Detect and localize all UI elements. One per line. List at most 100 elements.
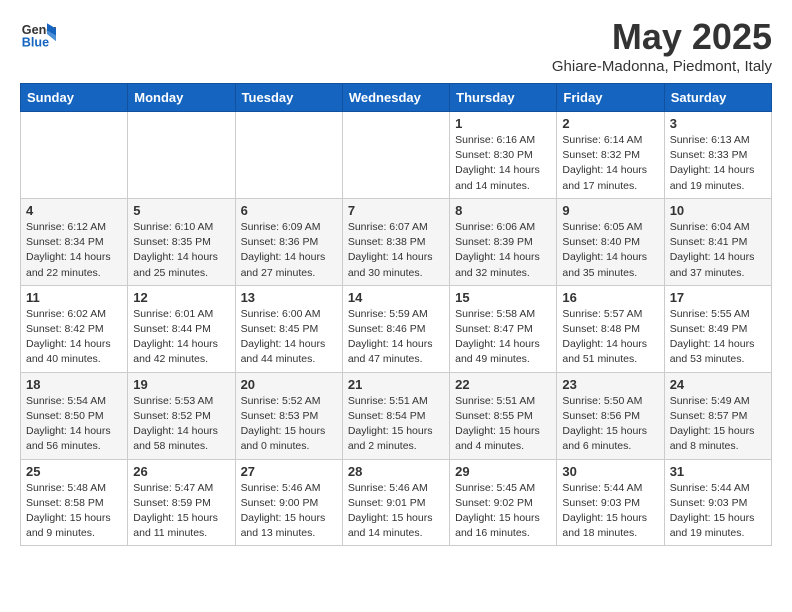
- calendar-table: Sunday Monday Tuesday Wednesday Thursday…: [20, 83, 772, 546]
- header-wednesday: Wednesday: [342, 84, 449, 112]
- calendar-cell: [342, 112, 449, 199]
- calendar-cell: 14 Sunrise: 5:59 AM Sunset: 8:46 PM Dayli…: [342, 285, 449, 372]
- day-number: 20: [241, 377, 337, 392]
- calendar-cell: 6 Sunrise: 6:09 AM Sunset: 8:36 PM Daylig…: [235, 198, 342, 285]
- header: General Blue May 2025 Ghiare-Madonna, Pi…: [20, 16, 772, 75]
- day-number: 3: [670, 116, 766, 131]
- calendar-cell: 16Sunrise: 5:57 AM Sunset: 8:48 PM Dayli…: [557, 285, 664, 372]
- day-number: 29: [455, 464, 551, 479]
- day-number: 26: [133, 464, 229, 479]
- day-number: 13: [241, 290, 337, 305]
- logo-icon: General Blue: [20, 16, 56, 52]
- day-number: 30: [562, 464, 658, 479]
- day-info: Sunrise: 5:49 AM Sunset: 8:57 PM Dayligh…: [670, 394, 766, 455]
- day-number: 4: [26, 203, 122, 218]
- calendar-cell: 24Sunrise: 5:49 AM Sunset: 8:57 PM Dayli…: [664, 372, 771, 459]
- day-info: Sunrise: 5:51 AM Sunset: 8:55 PM Dayligh…: [455, 394, 551, 455]
- calendar-cell: 31 Sunrise: 5:44 AM Sunset: 9:03 PM Dayli…: [664, 459, 771, 546]
- calendar-cell: 21 Sunrise: 5:51 AM Sunset: 8:54 PM Dayli…: [342, 372, 449, 459]
- day-info: Sunrise: 5:52 AM Sunset: 8:53 PM Dayligh…: [241, 394, 337, 455]
- day-info: Sunrise: 6:05 AM Sunset: 8:40 PM Dayligh…: [562, 220, 658, 281]
- day-number: 7: [348, 203, 444, 218]
- calendar-cell: 26 Sunrise: 5:47 AM Sunset: 8:59 PM Dayli…: [128, 459, 235, 546]
- day-info: Sunrise: 6:00 AM Sunset: 8:45 PM Dayligh…: [241, 307, 337, 368]
- day-info: Sunrise: 6:13 AM Sunset: 8:33 PM Dayligh…: [670, 133, 766, 194]
- day-info: Sunrise: 5:51 AM Sunset: 8:54 PM Dayligh…: [348, 394, 444, 455]
- header-thursday: Thursday: [450, 84, 557, 112]
- day-info: Sunrise: 6:02 AM Sunset: 8:42 PM Dayligh…: [26, 307, 122, 368]
- header-monday: Monday: [128, 84, 235, 112]
- day-number: 25: [26, 464, 122, 479]
- day-number: 23: [562, 377, 658, 392]
- day-info: Sunrise: 6:09 AM Sunset: 8:36 PM Dayligh…: [241, 220, 337, 281]
- day-info: Sunrise: 5:46 AM Sunset: 9:00 PM Dayligh…: [241, 481, 337, 542]
- day-info: Sunrise: 5:59 AM Sunset: 8:46 PM Dayligh…: [348, 307, 444, 368]
- calendar-cell: 19 Sunrise: 5:53 AM Sunset: 8:52 PM Dayli…: [128, 372, 235, 459]
- title-block: May 2025 Ghiare-Madonna, Piedmont, Italy: [552, 16, 772, 75]
- day-number: 8: [455, 203, 551, 218]
- day-number: 18: [26, 377, 122, 392]
- week-row-1: 1Sunrise: 6:16 AM Sunset: 8:30 PM Daylig…: [21, 112, 772, 199]
- calendar-cell: 28 Sunrise: 5:46 AM Sunset: 9:01 PM Dayli…: [342, 459, 449, 546]
- day-info: Sunrise: 6:10 AM Sunset: 8:35 PM Dayligh…: [133, 220, 229, 281]
- day-info: Sunrise: 5:44 AM Sunset: 9:03 PM Dayligh…: [562, 481, 658, 542]
- calendar-cell: 11 Sunrise: 6:02 AM Sunset: 8:42 PM Dayli…: [21, 285, 128, 372]
- calendar-cell: 1Sunrise: 6:16 AM Sunset: 8:30 PM Daylig…: [450, 112, 557, 199]
- day-info: Sunrise: 6:01 AM Sunset: 8:44 PM Dayligh…: [133, 307, 229, 368]
- day-info: Sunrise: 5:54 AM Sunset: 8:50 PM Dayligh…: [26, 394, 122, 455]
- day-info: Sunrise: 6:07 AM Sunset: 8:38 PM Dayligh…: [348, 220, 444, 281]
- day-number: 11: [26, 290, 122, 305]
- day-number: 21: [348, 377, 444, 392]
- calendar-cell: 5 Sunrise: 6:10 AM Sunset: 8:35 PM Daylig…: [128, 198, 235, 285]
- calendar-cell: 29 Sunrise: 5:45 AM Sunset: 9:02 PM Dayli…: [450, 459, 557, 546]
- calendar-cell: 20 Sunrise: 5:52 AM Sunset: 8:53 PM Dayli…: [235, 372, 342, 459]
- day-info: Sunrise: 6:16 AM Sunset: 8:30 PM Dayligh…: [455, 133, 551, 194]
- logo: General Blue: [20, 16, 56, 52]
- day-number: 15: [455, 290, 551, 305]
- title-location: Ghiare-Madonna, Piedmont, Italy: [552, 58, 772, 75]
- header-sunday: Sunday: [21, 84, 128, 112]
- calendar-cell: 30 Sunrise: 5:44 AM Sunset: 9:03 PM Dayli…: [557, 459, 664, 546]
- day-number: 6: [241, 203, 337, 218]
- calendar-cell: [21, 112, 128, 199]
- calendar-cell: 25 Sunrise: 5:48 AM Sunset: 8:58 PM Dayli…: [21, 459, 128, 546]
- day-number: 17: [670, 290, 766, 305]
- day-info: Sunrise: 5:45 AM Sunset: 9:02 PM Dayligh…: [455, 481, 551, 542]
- calendar-cell: [235, 112, 342, 199]
- day-info: Sunrise: 5:53 AM Sunset: 8:52 PM Dayligh…: [133, 394, 229, 455]
- calendar-cell: 22Sunrise: 5:51 AM Sunset: 8:55 PM Dayli…: [450, 372, 557, 459]
- calendar-cell: 12 Sunrise: 6:01 AM Sunset: 8:44 PM Dayli…: [128, 285, 235, 372]
- day-number: 5: [133, 203, 229, 218]
- day-info: Sunrise: 6:06 AM Sunset: 8:39 PM Dayligh…: [455, 220, 551, 281]
- title-month: May 2025: [552, 16, 772, 58]
- day-number: 9: [562, 203, 658, 218]
- day-info: Sunrise: 5:55 AM Sunset: 8:49 PM Dayligh…: [670, 307, 766, 368]
- week-row-3: 11 Sunrise: 6:02 AM Sunset: 8:42 PM Dayli…: [21, 285, 772, 372]
- day-number: 27: [241, 464, 337, 479]
- day-info: Sunrise: 5:47 AM Sunset: 8:59 PM Dayligh…: [133, 481, 229, 542]
- header-saturday: Saturday: [664, 84, 771, 112]
- svg-text:Blue: Blue: [22, 36, 49, 50]
- day-info: Sunrise: 5:46 AM Sunset: 9:01 PM Dayligh…: [348, 481, 444, 542]
- day-number: 14: [348, 290, 444, 305]
- page: General Blue May 2025 Ghiare-Madonna, Pi…: [0, 0, 792, 562]
- calendar-cell: 27 Sunrise: 5:46 AM Sunset: 9:00 PM Dayli…: [235, 459, 342, 546]
- header-tuesday: Tuesday: [235, 84, 342, 112]
- calendar-cell: 15 Sunrise: 5:58 AM Sunset: 8:47 PM Dayli…: [450, 285, 557, 372]
- header-friday: Friday: [557, 84, 664, 112]
- day-info: Sunrise: 5:48 AM Sunset: 8:58 PM Dayligh…: [26, 481, 122, 542]
- calendar-cell: 2Sunrise: 6:14 AM Sunset: 8:32 PM Daylig…: [557, 112, 664, 199]
- day-info: Sunrise: 5:58 AM Sunset: 8:47 PM Dayligh…: [455, 307, 551, 368]
- day-number: 19: [133, 377, 229, 392]
- calendar-cell: 23 Sunrise: 5:50 AM Sunset: 8:56 PM Dayli…: [557, 372, 664, 459]
- day-number: 16: [562, 290, 658, 305]
- week-row-2: 4Sunrise: 6:12 AM Sunset: 8:34 PM Daylig…: [21, 198, 772, 285]
- calendar-cell: 18 Sunrise: 5:54 AM Sunset: 8:50 PM Dayli…: [21, 372, 128, 459]
- day-info: Sunrise: 5:44 AM Sunset: 9:03 PM Dayligh…: [670, 481, 766, 542]
- day-info: Sunrise: 6:14 AM Sunset: 8:32 PM Dayligh…: [562, 133, 658, 194]
- day-info: Sunrise: 5:50 AM Sunset: 8:56 PM Dayligh…: [562, 394, 658, 455]
- calendar-cell: 3 Sunrise: 6:13 AM Sunset: 8:33 PM Daylig…: [664, 112, 771, 199]
- day-number: 28: [348, 464, 444, 479]
- day-number: 12: [133, 290, 229, 305]
- day-number: 31: [670, 464, 766, 479]
